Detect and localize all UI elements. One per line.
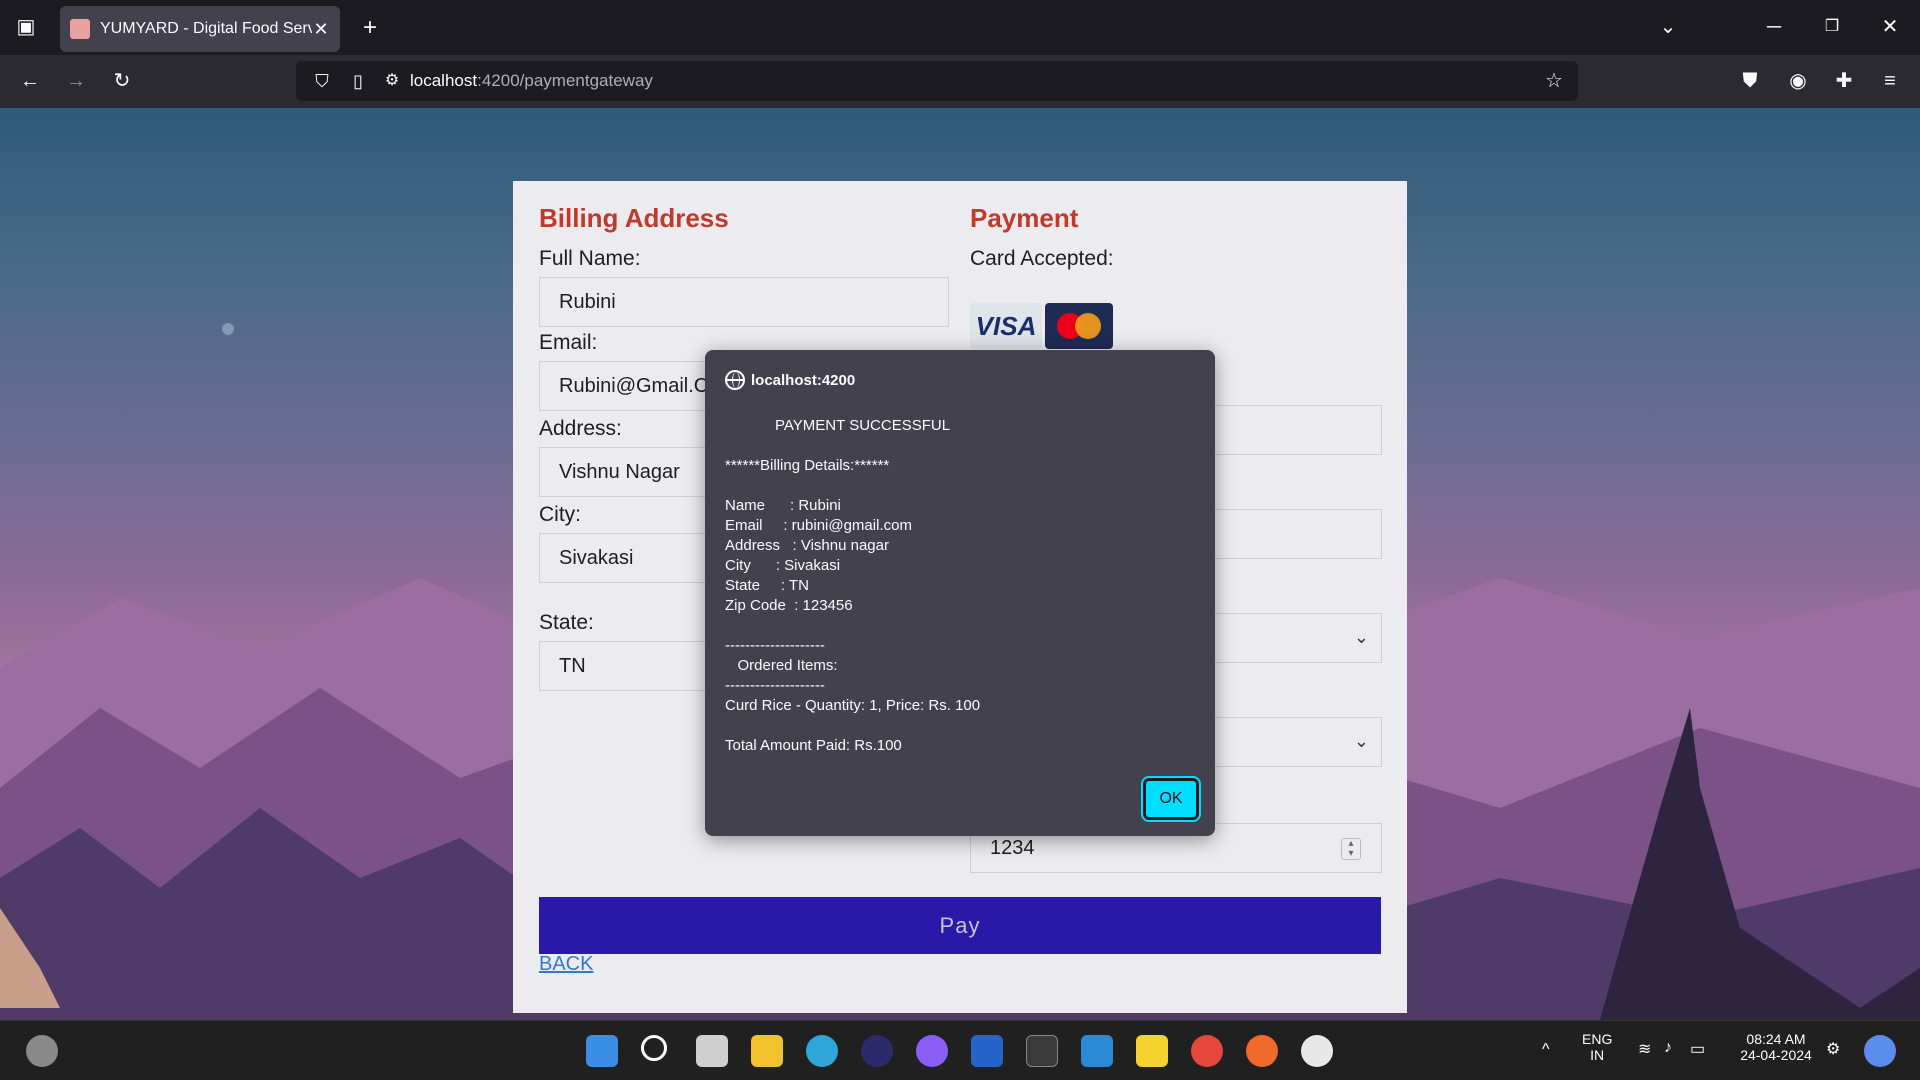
alert-dialog: localhost:4200 PAYMENT SUCCESSFUL ******… — [705, 350, 1215, 836]
chevron-down-icon: ⌄ — [1353, 731, 1369, 751]
address-value: Vishnu Nagar — [559, 460, 680, 483]
site-favicon-icon — [70, 19, 90, 39]
cvv-value: 1234 — [990, 836, 1035, 859]
wifi-icon[interactable]: ≋ — [1638, 1039, 1651, 1059]
copilot-icon[interactable] — [1864, 1035, 1896, 1067]
region-code: IN — [1590, 1047, 1605, 1063]
dialog-line: Ordered Items: — [725, 657, 838, 674]
taskbar: ^ ENG IN ≋ ♪ ▭ 08:24 AM 24-04-2024 ⚙ — [0, 1020, 1920, 1080]
reload-icon[interactable]: ↻ — [104, 63, 140, 99]
bookmark-star-icon[interactable]: ☆ — [1536, 63, 1572, 99]
dev-home-icon[interactable] — [971, 1035, 1003, 1067]
back-icon[interactable]: ← — [12, 63, 48, 99]
chevron-down-icon: ⌄ — [1353, 627, 1369, 647]
shield-icon[interactable]: ⛉ — [304, 63, 340, 99]
menu-icon[interactable]: ≡ — [1872, 63, 1908, 99]
window-close-icon[interactable]: ✕ — [1872, 9, 1908, 45]
site-permissions-icon[interactable]: ⚙ — [374, 63, 410, 99]
dialog-line: State : TN — [725, 577, 809, 594]
weather-icon[interactable] — [26, 1035, 58, 1067]
eclipse-icon[interactable] — [861, 1035, 893, 1067]
mongodb-compass-icon[interactable] — [1301, 1035, 1333, 1067]
task-view-icon[interactable] — [696, 1035, 728, 1067]
state-label: State: — [539, 611, 594, 634]
url-bar[interactable]: ⛉ ▯ ⚙ localhost:4200/paymentgateway ☆ — [296, 61, 1578, 101]
clock-time: 08:24 AM — [1746, 1031, 1806, 1047]
url-path: :4200/paymentgateway — [477, 71, 653, 90]
dialog-line: Curd Rice - Quantity: 1, Price: Rs. 100 — [725, 697, 981, 714]
city-label: City: — [539, 503, 581, 526]
back-link[interactable]: BACK — [539, 953, 593, 976]
tab-overview-icon[interactable]: ▣ — [8, 9, 44, 45]
browser-tab[interactable]: YUMYARD - Digital Food Service ✕ — [60, 6, 340, 52]
dialog-line: Name : Rubini — [725, 497, 841, 514]
firefox-icon[interactable] — [1246, 1035, 1278, 1067]
dialog-line: Email : rubini@gmail.com — [725, 517, 912, 534]
volume-icon[interactable]: ♪ — [1664, 1039, 1672, 1057]
notification-settings-icon[interactable]: ⚙ — [1826, 1039, 1840, 1059]
sticky-notes-icon[interactable] — [1136, 1035, 1168, 1067]
browser-nav-bar: ← → ↻ ⛉ ▯ ⚙ localhost:4200/paymentgatewa… — [0, 55, 1920, 108]
dialog-line: -------------------- — [725, 677, 825, 694]
list-tabs-icon[interactable]: ⌄ — [1650, 9, 1686, 45]
restore-icon[interactable]: ❐ — [1814, 9, 1850, 45]
forward-icon[interactable]: → — [58, 63, 94, 99]
ok-button[interactable]: OK — [1141, 776, 1201, 822]
battery-icon[interactable]: ▭ — [1690, 1039, 1705, 1059]
file-explorer-icon[interactable] — [751, 1035, 783, 1067]
language-indicator[interactable]: ENG IN — [1582, 1031, 1612, 1063]
chrome-icon[interactable] — [1191, 1035, 1223, 1067]
pocket-icon[interactable]: ⛊ — [1732, 63, 1768, 99]
tab-title: YUMYARD - Digital Food Service — [100, 20, 312, 37]
full-name-input[interactable]: Rubini — [539, 277, 949, 327]
visa-logo: VISA — [970, 303, 1042, 349]
cards-accepted-label: Card Accepted: — [970, 247, 1114, 270]
dialog-origin: localhost:4200 — [751, 371, 856, 389]
terminal-icon[interactable] — [1026, 1035, 1058, 1067]
dialog-line: -------------------- — [725, 637, 825, 654]
payment-heading: Payment — [970, 203, 1079, 233]
clock[interactable]: 08:24 AM 24-04-2024 — [1736, 1031, 1816, 1063]
browser-tab-bar: ▣ YUMYARD - Digital Food Service ✕ + ⌄ ─… — [0, 0, 1920, 55]
mastercard-orange-circle — [1075, 313, 1101, 339]
state-value: TN — [559, 654, 586, 677]
close-tab-icon[interactable]: ✕ — [312, 19, 330, 40]
new-tab-icon[interactable]: + — [352, 10, 388, 46]
email-label: Email: — [539, 331, 598, 354]
dialog-line: ******Billing Details:****** — [725, 457, 890, 474]
show-hidden-icons-icon[interactable]: ^ — [1542, 1041, 1550, 1059]
search-icon[interactable] — [641, 1035, 667, 1061]
background-star — [222, 323, 234, 335]
edge-icon[interactable] — [806, 1035, 838, 1067]
dialog-line: Zip Code : 123456 — [725, 597, 853, 614]
address-label: Address: — [539, 417, 622, 440]
vscode-icon[interactable] — [1081, 1035, 1113, 1067]
minimize-icon[interactable]: ─ — [1756, 9, 1792, 45]
language-code: ENG — [1582, 1031, 1613, 1047]
full-name-value: Rubini — [559, 290, 616, 313]
billing-address-heading: Billing Address — [539, 203, 729, 233]
dialog-header: localhost:4200 — [725, 370, 855, 390]
dialog-line: Total Amount Paid: Rs.100 — [725, 737, 902, 754]
number-stepper-icon[interactable]: ▴ ▾ — [1341, 838, 1361, 860]
clock-date: 24-04-2024 — [1740, 1047, 1812, 1063]
city-value: Sivakasi — [559, 546, 634, 569]
github-desktop-icon[interactable] — [916, 1035, 948, 1067]
start-icon[interactable] — [586, 1035, 618, 1067]
dialog-line: Address : Vishnu nagar — [725, 537, 889, 554]
account-icon[interactable]: ◉ — [1780, 63, 1816, 99]
url-host: localhost — [410, 71, 478, 90]
extensions-icon[interactable]: ✚ — [1826, 63, 1862, 99]
full-name-label: Full Name: — [539, 247, 641, 270]
mastercard-logo — [1045, 303, 1113, 349]
dialog-line: City : Sivakasi — [725, 557, 841, 574]
dialog-line: PAYMENT SUCCESSFUL — [725, 417, 951, 434]
page-icon[interactable]: ▯ — [340, 63, 376, 99]
pay-button[interactable]: Pay — [539, 897, 1381, 954]
globe-icon — [725, 370, 745, 390]
